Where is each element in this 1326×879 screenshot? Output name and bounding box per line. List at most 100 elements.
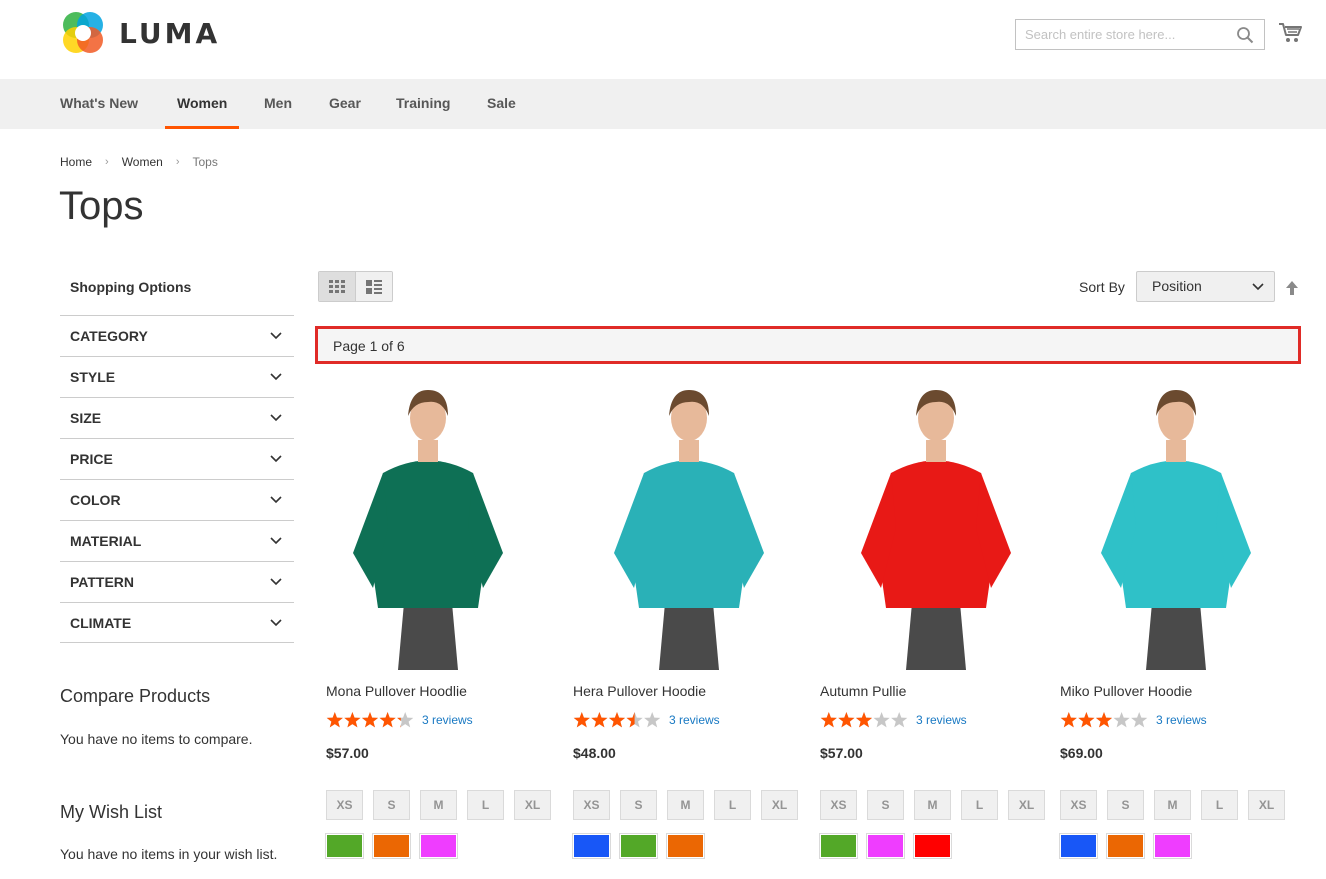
size-option-m[interactable]: M xyxy=(420,790,457,820)
filter-climate[interactable]: CLIMATE xyxy=(60,602,294,643)
nav-item-training[interactable]: Training xyxy=(384,79,462,129)
sort-direction-arrow-icon[interactable] xyxy=(1284,280,1300,296)
color-swatch[interactable] xyxy=(572,833,611,859)
product-rating: 3 reviews xyxy=(1060,711,1207,729)
filter-category[interactable]: CATEGORY xyxy=(60,315,294,356)
nav-item-whats-new[interactable]: What's New xyxy=(48,79,150,129)
chevron-down-icon xyxy=(270,537,282,545)
color-swatch[interactable] xyxy=(1059,833,1098,859)
size-option-m[interactable]: M xyxy=(1154,790,1191,820)
filter-label: PATTERN xyxy=(70,574,135,590)
breadcrumb-home[interactable]: Home xyxy=(60,155,92,169)
filter-label: COLOR xyxy=(70,492,121,508)
luma-logo[interactable]: LUMA xyxy=(60,10,220,56)
search-icon[interactable] xyxy=(1236,26,1254,44)
breadcrumb-current: Tops xyxy=(192,155,218,169)
search-box xyxy=(1015,19,1265,50)
color-swatch[interactable] xyxy=(1106,833,1145,859)
color-swatch[interactable] xyxy=(1153,833,1192,859)
product-rating: 3 reviews xyxy=(820,711,967,729)
product-price: $69.00 xyxy=(1060,745,1103,761)
wishlist-title: My Wish List xyxy=(60,802,163,822)
color-swatch[interactable] xyxy=(666,833,705,859)
chevron-down-icon xyxy=(1252,283,1264,291)
rating-stars-icon xyxy=(573,712,661,728)
product-name[interactable]: Mona Pullover Hoodlie xyxy=(326,683,467,699)
nav-item-women[interactable]: Women xyxy=(165,79,240,129)
reviews-link[interactable]: 3 reviews xyxy=(1156,713,1207,727)
product-image[interactable] xyxy=(1066,378,1286,670)
nav-item-sale[interactable]: Sale xyxy=(475,79,528,129)
list-view-button[interactable] xyxy=(355,272,392,301)
size-option-m[interactable]: M xyxy=(667,790,704,820)
search-input[interactable] xyxy=(1016,20,1226,49)
size-options: XS S M L XL xyxy=(820,790,1045,820)
product-photo-illustration xyxy=(318,378,538,670)
color-swatch[interactable] xyxy=(372,833,411,859)
product-price: $48.00 xyxy=(573,745,616,761)
chevron-down-icon xyxy=(270,578,282,586)
size-option-l[interactable]: L xyxy=(961,790,998,820)
size-option-s[interactable]: S xyxy=(867,790,904,820)
filter-size[interactable]: SIZE xyxy=(60,397,294,438)
size-option-xl[interactable]: XL xyxy=(514,790,551,820)
reviews-link[interactable]: 3 reviews xyxy=(422,713,473,727)
filter-label: SIZE xyxy=(70,410,102,426)
size-option-xl[interactable]: XL xyxy=(761,790,798,820)
size-option-l[interactable]: L xyxy=(714,790,751,820)
product-photo-illustration xyxy=(579,378,799,670)
color-swatch[interactable] xyxy=(419,833,458,859)
breadcrumb-women[interactable]: Women xyxy=(122,155,163,169)
product-image[interactable] xyxy=(318,378,538,670)
chevron-down-icon xyxy=(270,414,282,422)
product-rating: 3 reviews xyxy=(573,711,720,729)
nav-item-gear[interactable]: Gear xyxy=(317,79,373,129)
sort-by-select[interactable]: Position xyxy=(1136,271,1275,302)
size-option-s[interactable]: S xyxy=(620,790,657,820)
filter-label: STYLE xyxy=(70,369,116,385)
chevron-down-icon xyxy=(270,618,282,626)
filter-label: CLIMATE xyxy=(70,614,132,631)
filter-color[interactable]: COLOR xyxy=(60,479,294,520)
filter-material[interactable]: MATERIAL xyxy=(60,520,294,561)
product-name[interactable]: Hera Pullover Hoodie xyxy=(573,683,706,699)
size-option-xs[interactable]: XS xyxy=(820,790,857,820)
product-photo-illustration xyxy=(1066,378,1286,670)
size-option-xs[interactable]: XS xyxy=(1060,790,1097,820)
chevron-down-icon xyxy=(270,496,282,504)
size-option-xl[interactable]: XL xyxy=(1008,790,1045,820)
color-swatch[interactable] xyxy=(819,833,858,859)
size-option-s[interactable]: S xyxy=(373,790,410,820)
color-swatch[interactable] xyxy=(866,833,905,859)
filter-pattern[interactable]: PATTERN xyxy=(60,561,294,602)
size-option-xs[interactable]: XS xyxy=(573,790,610,820)
size-option-xl[interactable]: XL xyxy=(1248,790,1285,820)
nav-item-men[interactable]: Men xyxy=(252,79,304,129)
size-option-s[interactable]: S xyxy=(1107,790,1144,820)
luma-logo-icon xyxy=(63,12,103,53)
color-swatch[interactable] xyxy=(913,833,952,859)
reviews-link[interactable]: 3 reviews xyxy=(669,713,720,727)
filter-style[interactable]: STYLE xyxy=(60,356,294,397)
cart-icon[interactable] xyxy=(1278,22,1302,44)
main-navigation: What's New Women Men Gear Training Sale xyxy=(0,79,1326,129)
color-options xyxy=(325,833,458,859)
compare-products-text: You have no items to compare. xyxy=(60,731,253,747)
product-rating: 3 reviews xyxy=(326,711,473,729)
product-card: Autumn Pullie 3 reviews $57.00 XS S M L XL xyxy=(819,378,1060,859)
size-options: XS S M L XL xyxy=(573,790,798,820)
reviews-link[interactable]: 3 reviews xyxy=(916,713,967,727)
grid-view-button[interactable] xyxy=(319,272,356,301)
product-image[interactable] xyxy=(826,378,1046,670)
color-swatch[interactable] xyxy=(619,833,658,859)
size-option-xs[interactable]: XS xyxy=(326,790,363,820)
product-image[interactable] xyxy=(579,378,799,670)
product-name[interactable]: Autumn Pullie xyxy=(820,683,906,699)
product-name[interactable]: Miko Pullover Hoodie xyxy=(1060,683,1192,699)
color-swatch[interactable] xyxy=(325,833,364,859)
size-option-l[interactable]: L xyxy=(467,790,504,820)
size-option-l[interactable]: L xyxy=(1201,790,1238,820)
rating-stars-icon xyxy=(820,712,908,728)
size-option-m[interactable]: M xyxy=(914,790,951,820)
filter-price[interactable]: PRICE xyxy=(60,438,294,479)
